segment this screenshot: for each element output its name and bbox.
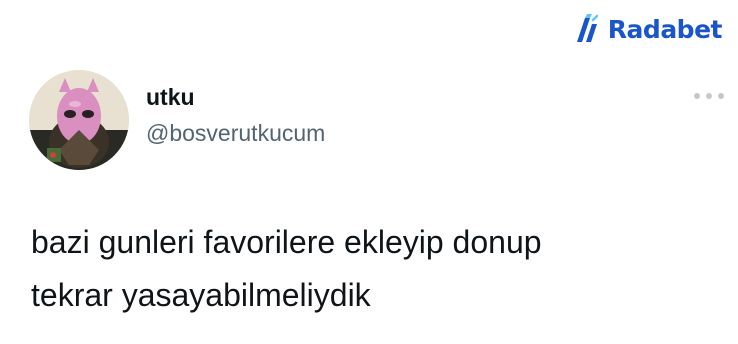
tweet-line: bazi gunleri favorilere ekleyip donup	[31, 224, 542, 260]
dot-icon	[718, 93, 724, 99]
display-name[interactable]: utku	[146, 86, 195, 109]
avatar[interactable]	[29, 70, 129, 170]
tweet-line: tekrar yasayabilmeliydik	[31, 277, 371, 313]
radabet-logo-icon	[576, 14, 599, 42]
user-handle[interactable]: @bosverutkucum	[146, 122, 325, 145]
dot-icon	[706, 93, 712, 99]
tweet-text: bazi gunleri favorilere ekleyip donup te…	[31, 216, 711, 322]
dot-icon	[694, 93, 700, 99]
avatar-image	[29, 70, 129, 170]
more-options-icon[interactable]	[694, 90, 724, 102]
brand-logo: Radabet	[574, 12, 723, 46]
brand-name: Radabet	[607, 14, 723, 44]
